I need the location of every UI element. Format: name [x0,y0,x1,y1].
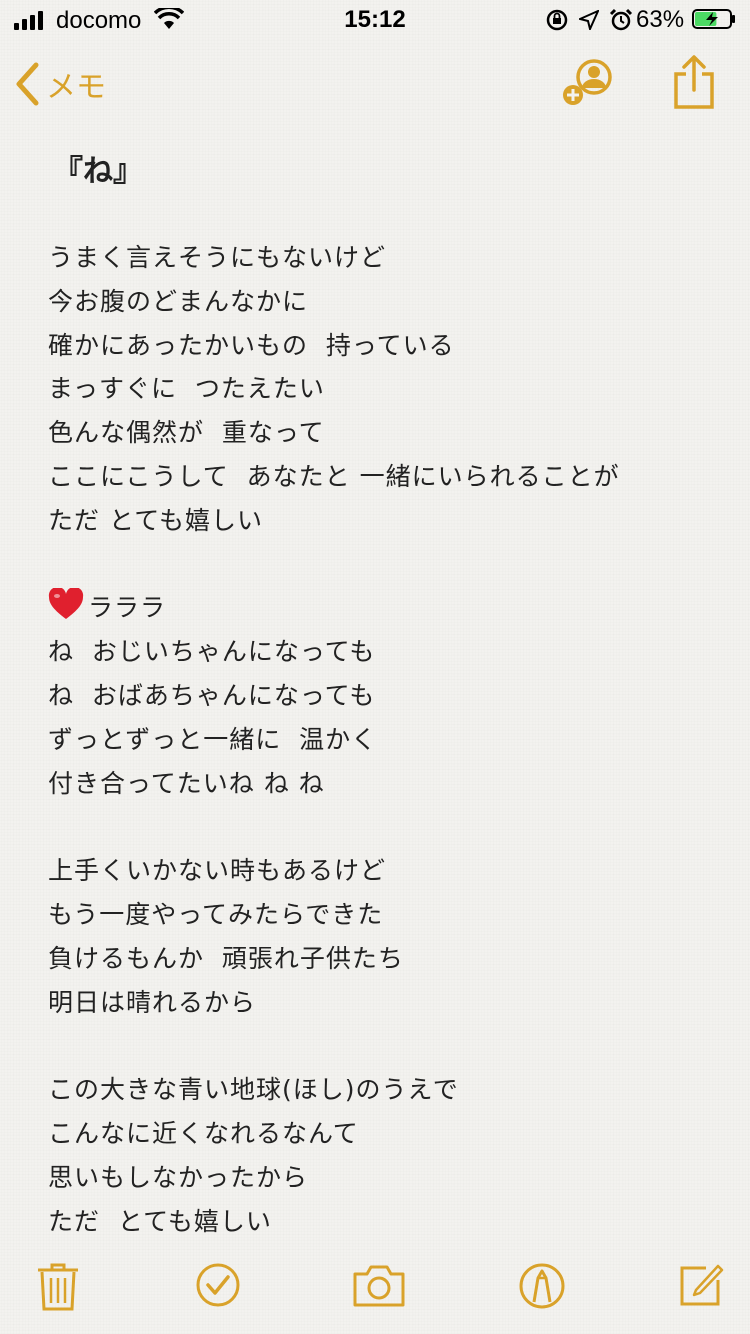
back-button[interactable]: メモ [14,62,106,106]
note-line: 色んな偶然が 重なって [48,418,325,448]
note-line [48,1024,708,1068]
status-bar: docomo 15:12 63% [0,0,750,40]
battery-percent: 63% [636,6,685,33]
note-line-text: ラララ [88,593,167,623]
note-line: 確かにあったかいもの 持っている [48,330,455,360]
orientation-lock-icon [546,9,568,31]
add-person-icon[interactable] [560,58,618,112]
note-line: うまく言えそうにもないけど [48,243,387,272]
note-line: ね おばあちゃんになっても [48,680,376,710]
note-line [48,805,708,849]
checklist-icon[interactable] [195,1262,241,1308]
note-line: 負けるもんか 頑張れ子供たち [48,943,404,973]
bottom-toolbar [0,1262,750,1322]
note-body[interactable]: 『ね』 うまく言えそうにもないけど 今お腹のどまんなかに 確かにあったかいもの … [48,150,708,1243]
navigation-bar: メモ [0,50,750,120]
note-title: 『ね』 [53,154,143,189]
note-line: ここにこうして あなたと 一緒にいられることが [48,461,620,491]
note-line: 今お腹のどまんなかに [48,286,309,316]
note-line: この大きな青い地球(ほし)のうえで [48,1075,459,1105]
compose-icon[interactable] [678,1262,724,1308]
note-line: ただ とても嬉しい [48,505,263,535]
markup-icon[interactable] [518,1262,566,1310]
note-line: まっすぐに つたえたい [48,374,325,404]
note-line: こんなに近くなれるなんて [48,1118,359,1148]
note-line: 上手くいかない時もあるけど [48,856,387,886]
note-line: ただ とても嬉しい [48,1206,272,1236]
note-line: 付き合ってたいね ね ね [48,768,325,798]
trash-icon[interactable] [36,1262,80,1312]
note-line: もう一度やってみたらできた [48,899,384,929]
alarm-icon [609,8,633,31]
location-icon [579,10,599,30]
chevron-left-icon [16,62,39,106]
note-line-heart: ラララ [48,586,708,630]
note-line: 思いもしなかったから [48,1162,309,1192]
heart-icon [48,588,84,620]
back-label: メモ [46,70,106,105]
camera-icon[interactable] [352,1262,406,1308]
note-line: 明日は晴れるから [48,987,257,1017]
battery-icon [692,9,735,29]
note-line: ね おじいちゃんになっても [48,637,376,667]
note-lyrics: うまく言えそうにもないけど 今お腹のどまんなかに 確かにあったかいもの 持ってい… [48,236,708,1243]
note-line [48,543,708,587]
share-icon[interactable] [672,54,716,110]
note-line: ずっとずっと一緒に 温かく [48,724,378,754]
